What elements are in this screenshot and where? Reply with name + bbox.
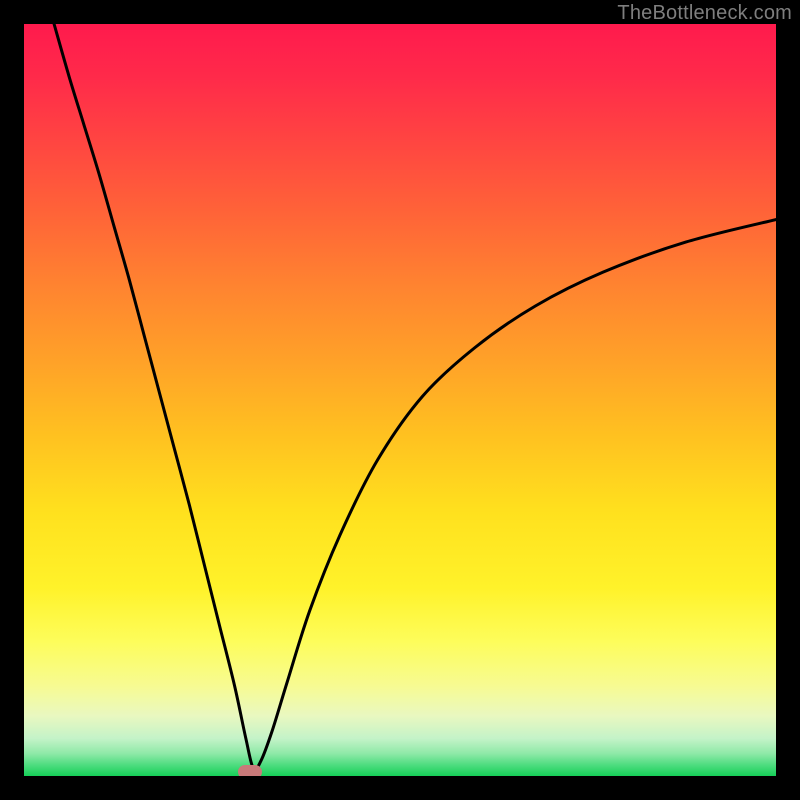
- optimal-marker: [238, 765, 262, 776]
- chart-frame: TheBottleneck.com: [0, 0, 800, 800]
- plot-area: [24, 24, 776, 776]
- watermark-text: TheBottleneck.com: [617, 2, 792, 25]
- bottleneck-curve: [54, 24, 776, 770]
- curve-svg: [24, 24, 776, 776]
